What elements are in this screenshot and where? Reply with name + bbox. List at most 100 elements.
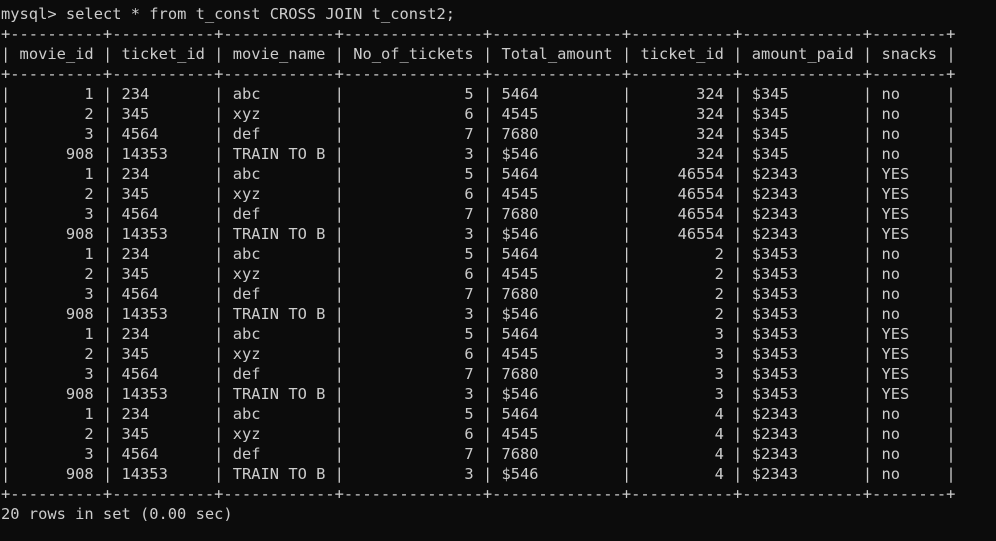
table-cell: $3453	[751, 325, 854, 343]
table-row: | 2 | 345 | xyz | 6 | 4545 | 46554 | $23…	[1, 185, 956, 203]
table-cell: 14353	[121, 145, 205, 163]
table-row: | 1 | 234 | abc | 5 | 5464 | 4 | $2343 |…	[1, 405, 956, 423]
table-cell: 4545	[501, 425, 613, 443]
table-cell: $2343	[751, 445, 854, 463]
table-cell: 3	[19, 445, 94, 463]
table-cell: 6	[353, 425, 474, 443]
table-cell: def	[232, 205, 326, 223]
table-cell: 5464	[501, 405, 613, 423]
table-cell: $3453	[751, 305, 854, 323]
table-cell: no	[881, 125, 938, 143]
table-cell: YES	[881, 325, 938, 343]
table-cell: 234	[121, 325, 205, 343]
table-cell: 5	[353, 165, 474, 183]
table-cell: $2343	[751, 405, 854, 423]
mysql-prompt: mysql>	[1, 5, 57, 23]
table-cell: 324	[640, 145, 724, 163]
table-cell: no	[881, 445, 938, 463]
table-cell: 324	[640, 125, 724, 143]
table-cell: 6	[353, 345, 474, 363]
table-cell: abc	[232, 85, 326, 103]
table-cell: abc	[232, 165, 326, 183]
table-row: | 1 | 234 | abc | 5 | 5464 | 3 | $3453 |…	[1, 325, 956, 343]
table-cell: 3	[353, 145, 474, 163]
table-cell: 7680	[501, 285, 613, 303]
table-cell: 6	[353, 185, 474, 203]
table-cell: 6	[353, 105, 474, 123]
table-cell: 345	[121, 185, 205, 203]
table-cell: abc	[232, 325, 326, 343]
table-cell: no	[881, 305, 938, 323]
terminal-window[interactable]: mysql> select * from t_const CROSS JOIN …	[0, 0, 996, 541]
table-cell: 7	[353, 205, 474, 223]
table-cell: $345	[751, 125, 854, 143]
table-cell: 7680	[501, 445, 613, 463]
table-cell: 3	[353, 305, 474, 323]
table-cell: 2	[19, 425, 94, 443]
table-cell: def	[232, 125, 326, 143]
table-row: | 3 | 4564 | def | 7 | 7680 | 3 | $3453 …	[1, 365, 956, 383]
table-cell: 1	[19, 245, 94, 263]
table-cell: 5	[353, 85, 474, 103]
table-cell: 5464	[501, 325, 613, 343]
table-cell: $345	[751, 105, 854, 123]
column-header-4: Total_amount	[501, 45, 613, 63]
table-cell: $3453	[751, 385, 854, 403]
table-cell: 234	[121, 245, 205, 263]
table-cell: 2	[640, 265, 724, 283]
table-cell: YES	[881, 365, 938, 383]
table-cell: 345	[121, 425, 205, 443]
table-cell: 14353	[121, 305, 205, 323]
table-cell: 4545	[501, 345, 613, 363]
table-cell: def	[232, 285, 326, 303]
table-cell: def	[232, 365, 326, 383]
table-cell: 2	[19, 185, 94, 203]
table-bottom-border: +----------+-----------+------------+---…	[1, 485, 956, 503]
table-cell: abc	[232, 405, 326, 423]
table-cell: 324	[640, 85, 724, 103]
table-cell: 6	[353, 265, 474, 283]
table-cell: $2343	[751, 185, 854, 203]
table-cell: 2	[19, 345, 94, 363]
table-cell: 14353	[121, 465, 205, 483]
table-cell: $345	[751, 145, 854, 163]
table-cell: 3	[19, 365, 94, 383]
table-cell: TRAIN TO B	[232, 225, 326, 243]
table-cell: YES	[881, 185, 938, 203]
table-row: | 1 | 234 | abc | 5 | 5464 | 46554 | $23…	[1, 165, 956, 183]
table-cell: xyz	[232, 105, 326, 123]
table-cell: 1	[19, 85, 94, 103]
table-cell: 46554	[640, 205, 724, 223]
table-cell: 7680	[501, 205, 613, 223]
table-cell: no	[881, 425, 938, 443]
table-row: | 2 | 345 | xyz | 6 | 4545 | 324 | $345 …	[1, 105, 956, 123]
table-cell: $2343	[751, 465, 854, 483]
table-cell: 2	[640, 285, 724, 303]
table-cell: $3453	[751, 245, 854, 263]
table-cell: $2343	[751, 205, 854, 223]
table-cell: 908	[19, 145, 94, 163]
table-cell: 3	[640, 385, 724, 403]
table-cell: 4564	[121, 285, 205, 303]
table-cell: $3453	[751, 345, 854, 363]
table-row: | 2 | 345 | xyz | 6 | 4545 | 4 | $2343 |…	[1, 425, 956, 443]
table-cell: 5464	[501, 245, 613, 263]
table-cell: 908	[19, 385, 94, 403]
table-cell: 46554	[640, 165, 724, 183]
table-cell: 4545	[501, 265, 613, 283]
table-row: | 908 | 14353 | TRAIN TO B | 3 | $546 | …	[1, 385, 956, 403]
table-row: | 3 | 4564 | def | 7 | 7680 | 2 | $3453 …	[1, 285, 956, 303]
table-cell: TRAIN TO B	[232, 385, 326, 403]
table-cell: 908	[19, 465, 94, 483]
table-row: | 908 | 14353 | TRAIN TO B | 3 | $546 | …	[1, 225, 956, 243]
table-cell: 5464	[501, 85, 613, 103]
table-cell: $3453	[751, 365, 854, 383]
column-header-7: snacks	[881, 45, 938, 63]
table-cell: 3	[640, 365, 724, 383]
table-cell: no	[881, 85, 938, 103]
result-summary: 20 rows in set (0.00 sec)	[1, 505, 233, 523]
table-cell: 7	[353, 365, 474, 383]
table-row: | 3 | 4564 | def | 7 | 7680 | 4 | $2343 …	[1, 445, 956, 463]
table-cell: $2343	[751, 425, 854, 443]
table-cell: TRAIN TO B	[232, 145, 326, 163]
